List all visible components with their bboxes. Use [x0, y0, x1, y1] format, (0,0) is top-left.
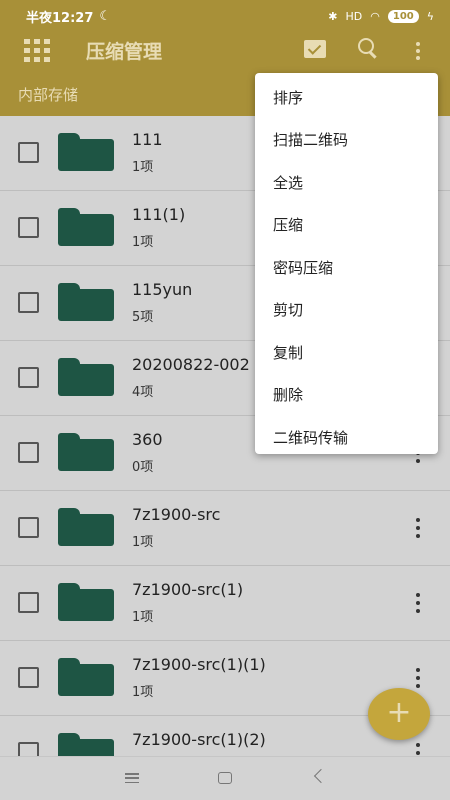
item-count: 1项 — [132, 685, 154, 700]
row-checkbox[interactable] — [18, 292, 39, 313]
file-name: 7z1900-src — [132, 505, 221, 524]
file-name: 360 — [132, 430, 163, 449]
navigation-bar — [0, 756, 450, 800]
file-name: 7z1900-src(1)(1) — [132, 655, 266, 674]
row-checkbox[interactable] — [18, 742, 39, 756]
folder-icon — [58, 358, 114, 396]
recents-icon[interactable] — [125, 773, 139, 783]
select-check-icon[interactable] — [304, 40, 326, 58]
menu-item-compress[interactable]: 压缩 — [255, 204, 438, 247]
battery-level: 100 — [387, 9, 419, 23]
item-count: 4项 — [132, 385, 154, 400]
app-bar: 压缩管理 — [0, 32, 450, 68]
row-checkbox[interactable] — [18, 217, 39, 238]
item-count: 5项 — [132, 310, 154, 325]
file-name: 7z1900-src(1)(2) — [132, 730, 266, 749]
file-name: 111(1) — [132, 205, 186, 224]
row-checkbox[interactable] — [18, 667, 39, 688]
item-count: 1项 — [132, 160, 154, 175]
menu-item-sort[interactable]: 排序 — [255, 76, 438, 119]
page-title: 压缩管理 — [86, 41, 163, 63]
row-checkbox[interactable] — [18, 367, 39, 388]
folder-icon — [58, 733, 114, 756]
status-bar: 半夜12:27 ☾ ✱ HD ◠ 100 ϟ — [0, 0, 450, 32]
home-icon[interactable] — [218, 772, 232, 784]
folder-icon — [58, 208, 114, 246]
add-button[interactable]: + — [368, 688, 430, 740]
menu-item-cut[interactable]: 剪切 — [255, 289, 438, 332]
file-name: 7z1900-src(1) — [132, 580, 244, 599]
item-count: 1项 — [132, 535, 154, 550]
row-checkbox[interactable] — [18, 442, 39, 463]
search-icon[interactable] — [358, 38, 380, 60]
folder-icon — [58, 283, 114, 321]
charging-icon: ϟ — [426, 9, 434, 23]
folder-icon — [58, 133, 114, 171]
row-checkbox[interactable] — [18, 592, 39, 613]
file-name: 111 — [132, 130, 163, 149]
apps-grid-icon[interactable] — [24, 39, 50, 62]
menu-item-select-all[interactable]: 全选 — [255, 161, 438, 204]
folder-icon — [58, 658, 114, 696]
overflow-menu: 排序 扫描二维码 全选 压缩 密码压缩 剪切 复制 删除 二维码传输 — [255, 73, 438, 454]
folder-icon — [58, 508, 114, 546]
menu-item-qr-transfer[interactable]: 二维码传输 — [255, 416, 438, 459]
status-icons: ✱ HD ◠ 100 ϟ — [328, 9, 434, 23]
more-options-icon[interactable] — [416, 42, 420, 60]
wifi-icon: ◠ — [370, 9, 380, 23]
list-item[interactable]: 7z1900-src(1) 1项 — [0, 566, 450, 641]
row-more-icon[interactable] — [416, 668, 421, 688]
network-label: HD — [345, 9, 363, 23]
status-time: 半夜12:27 — [26, 10, 94, 26]
menu-item-password-compress[interactable]: 密码压缩 — [255, 246, 438, 289]
item-count: 0项 — [132, 460, 154, 475]
row-more-icon[interactable] — [416, 593, 421, 613]
menu-item-scan-qr[interactable]: 扫描二维码 — [255, 119, 438, 162]
file-name: 115yun — [132, 280, 193, 299]
row-more-icon[interactable] — [416, 518, 421, 538]
folder-icon — [58, 433, 114, 471]
row-more-icon[interactable] — [416, 743, 421, 756]
back-icon[interactable] — [313, 768, 329, 784]
file-name: 20200822-002 — [132, 355, 250, 374]
row-checkbox[interactable] — [18, 142, 39, 163]
item-count: 1项 — [132, 610, 154, 625]
menu-item-delete[interactable]: 删除 — [255, 374, 438, 417]
menu-item-copy[interactable]: 复制 — [255, 331, 438, 374]
folder-icon — [58, 583, 114, 621]
item-count: 1项 — [132, 235, 154, 250]
bluetooth-icon: ✱ — [328, 9, 338, 23]
list-item[interactable]: 7z1900-src 1项 — [0, 491, 450, 566]
row-checkbox[interactable] — [18, 517, 39, 538]
moon-icon: ☾ — [99, 8, 112, 24]
